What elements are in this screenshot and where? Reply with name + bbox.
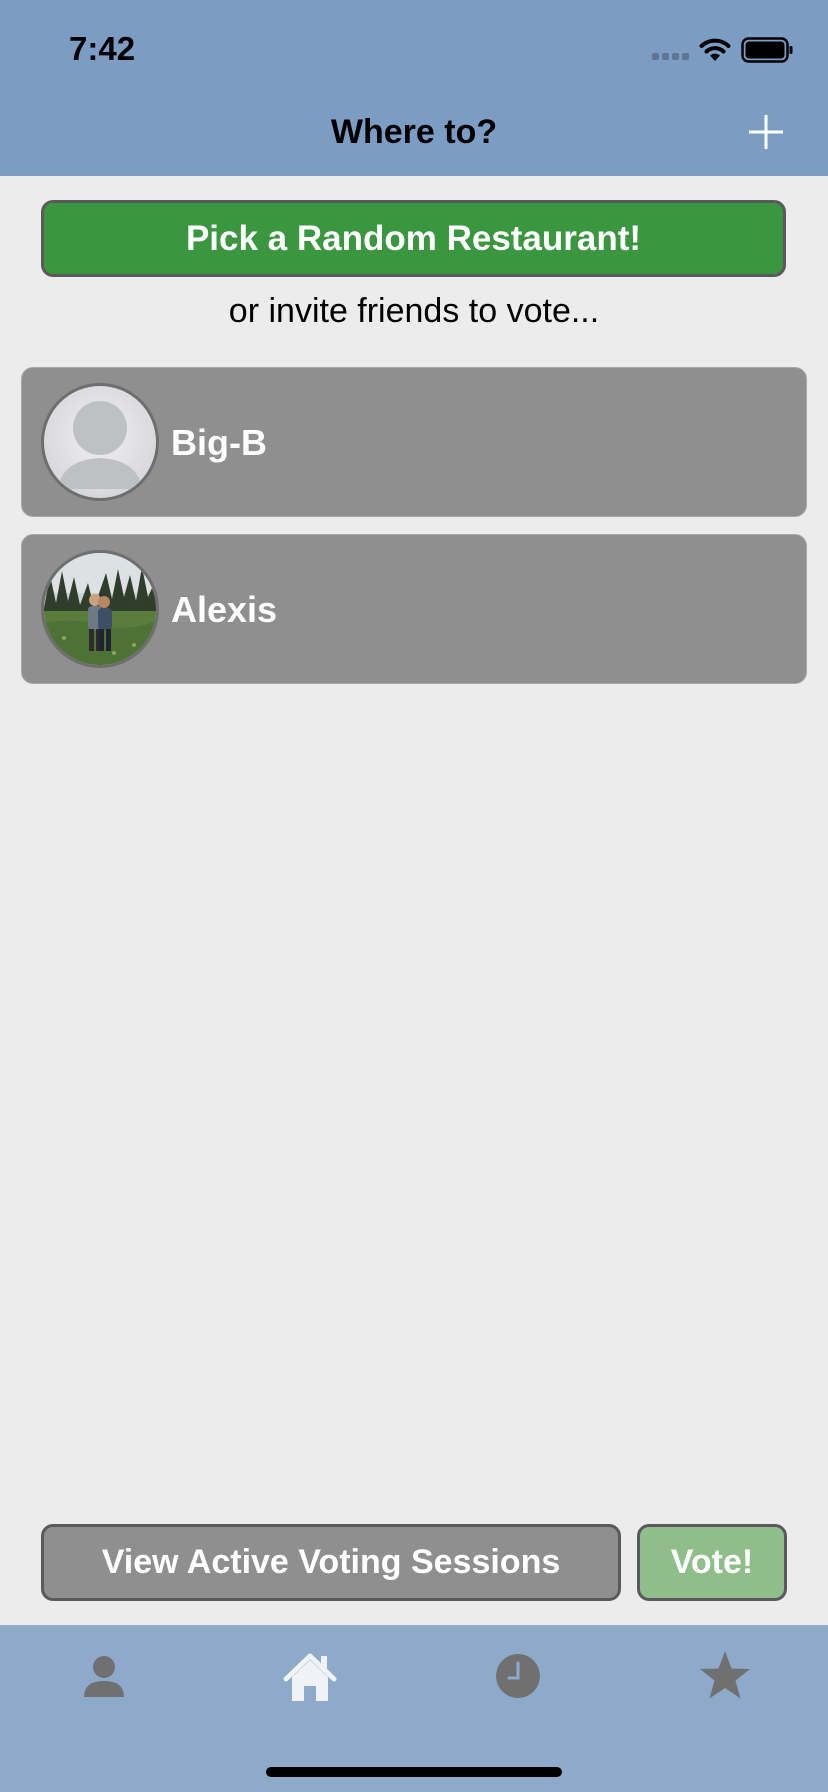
friend-row-big-b[interactable]: Big-B [21, 367, 807, 517]
default-person-avatar [41, 383, 159, 501]
status-time: 7:42 [69, 30, 136, 67]
plus-icon[interactable] [748, 114, 784, 150]
tab-profile[interactable] [69, 1641, 139, 1711]
tab-bar [0, 1625, 828, 1792]
tab-favorites[interactable] [690, 1641, 760, 1711]
clock-icon [496, 1654, 540, 1698]
vote-button[interactable]: Vote! [637, 1524, 787, 1601]
nav-title: Where to? [330, 113, 498, 151]
view-active-voting-sessions-button[interactable]: View Active Voting Sessions [41, 1524, 621, 1601]
friend-name: Alexis [171, 589, 278, 630]
pick-random-restaurant-button[interactable]: Pick a Random Restaurant! [41, 200, 786, 277]
tab-history[interactable] [483, 1641, 553, 1711]
home-icon [283, 1653, 337, 1701]
invite-friends-subtitle: or invite friends to vote... [228, 292, 600, 330]
tab-home[interactable] [275, 1641, 345, 1711]
status-bar: 7:42 [0, 0, 828, 88]
home-indicator [266, 1767, 562, 1777]
person-icon [84, 1656, 124, 1697]
star-icon [700, 1651, 750, 1699]
friend-row-alexis[interactable]: Alexis [21, 534, 807, 684]
photo-avatar [41, 550, 159, 668]
nav-bar: Where to? [0, 88, 828, 176]
cellular-signal-icon [652, 53, 689, 60]
wifi-icon [699, 38, 731, 61]
friend-name: Big-B [171, 422, 267, 463]
battery-icon [741, 37, 793, 63]
